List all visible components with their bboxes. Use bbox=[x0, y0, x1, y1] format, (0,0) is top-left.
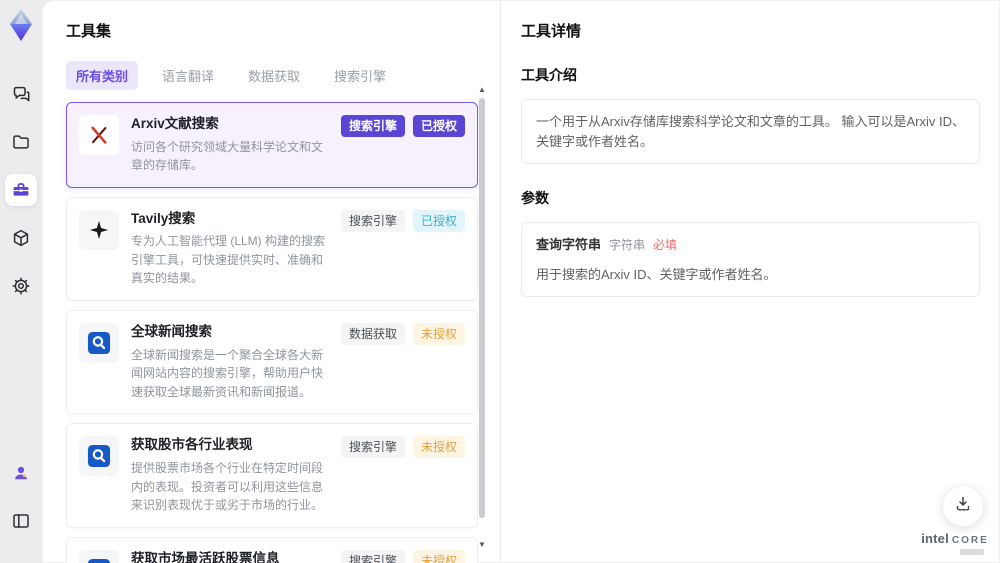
download-button[interactable] bbox=[942, 485, 984, 527]
blue-search-icon bbox=[79, 323, 119, 364]
blue-search-icon bbox=[79, 436, 119, 477]
panel-toggle-icon bbox=[11, 511, 31, 531]
tool-card-tavily[interactable]: Tavily搜索 专为人工智能代理 (LLM) 构建的搜索引擎工具，可快速提供实… bbox=[66, 196, 478, 302]
intro-text: 一个用于从Arxiv存储库搜索科学论文和文章的工具。 输入可以是Arxiv ID… bbox=[536, 114, 966, 149]
tab-data-fetch[interactable]: 数据获取 bbox=[238, 61, 310, 90]
scrollbar-thumb[interactable] bbox=[479, 98, 485, 518]
auth-badge: 未授权 bbox=[412, 549, 465, 563]
sidebar-item-toolset[interactable] bbox=[5, 174, 37, 206]
chat-icon bbox=[11, 84, 31, 104]
intel-wordmark: intel bbox=[921, 530, 949, 546]
param-required-badge: 必填 bbox=[653, 238, 678, 252]
tool-name: Tavily搜索 bbox=[131, 210, 196, 226]
param-name: 查询字符串 bbox=[536, 237, 602, 252]
param-box: 查询字符串 字符串 必填 用于搜索的Arxiv ID、关键字或作者姓名。 bbox=[521, 222, 980, 297]
tool-description: 全球新闻搜索是一个聚合全球各大新闻网站内容的搜索引擎，帮助用户快速获取全球最新资… bbox=[131, 347, 324, 399]
arxiv-icon bbox=[79, 115, 119, 155]
detail-title: 工具详情 bbox=[521, 23, 582, 40]
avatar-icon bbox=[11, 463, 31, 483]
list-scrollbar[interactable]: ▲ ▼ bbox=[478, 86, 486, 563]
tool-description: 提供股票市场各个行业在特定时间段内的表现。投资者可以利用这些信息来识别表现优于或… bbox=[131, 460, 324, 513]
sidebar bbox=[0, 0, 42, 563]
param-type: 字符串 bbox=[609, 238, 646, 252]
folder-icon bbox=[11, 132, 31, 152]
tool-name: 全球新闻搜索 bbox=[131, 324, 212, 340]
cube-icon bbox=[11, 228, 31, 248]
sidebar-item-profile[interactable] bbox=[5, 457, 37, 489]
category-badge: 数据获取 bbox=[340, 323, 405, 346]
intro-heading: 工具介绍 bbox=[521, 67, 577, 83]
app-window: 工具集 所有类别 语言翻译 数据获取 搜索引擎 Arxiv文献搜索 访问各个研究… bbox=[0, 0, 1000, 563]
category-tabs: 所有类别 语言翻译 数据获取 搜索引擎 bbox=[66, 61, 500, 90]
tab-search-engine[interactable]: 搜索引擎 bbox=[324, 61, 396, 90]
param-description: 用于搜索的Arxiv ID、关键字或作者姓名。 bbox=[536, 266, 777, 282]
brand-subtext-pill bbox=[960, 549, 984, 555]
auth-badge: 未授权 bbox=[412, 436, 465, 459]
tool-name: 获取股市各行业表现 bbox=[131, 437, 253, 453]
tool-name: 获取市场最活跃股票信息 bbox=[131, 550, 280, 563]
tool-card-global-news[interactable]: 全球新闻搜索 全球新闻搜索是一个聚合全球各大新闻网站内容的搜索引擎，帮助用户快速… bbox=[66, 310, 478, 415]
tab-all-categories[interactable]: 所有类别 bbox=[66, 61, 139, 90]
tool-name: Arxiv文献搜索 bbox=[131, 116, 219, 131]
params-heading: 参数 bbox=[521, 190, 549, 206]
intro-box: 一个用于从Arxiv存储库搜索科学论文和文章的工具。 输入可以是Arxiv ID… bbox=[521, 99, 980, 164]
scroll-down-icon[interactable]: ▼ bbox=[478, 541, 486, 549]
auth-badge: 已授权 bbox=[412, 209, 465, 232]
sidebar-item-models[interactable] bbox=[5, 222, 37, 254]
page-title: 工具集 bbox=[66, 23, 112, 40]
tool-card-sector-performance[interactable]: 获取股市各行业表现 提供股票市场各个行业在特定时间段内的表现。投资者可以利用这些… bbox=[66, 423, 478, 528]
auth-badge: 已授权 bbox=[412, 115, 465, 137]
app-logo-icon bbox=[6, 8, 36, 42]
toolset-panel: 工具集 所有类别 语言翻译 数据获取 搜索引擎 Arxiv文献搜索 访问各个研究… bbox=[42, 0, 500, 563]
gear-icon bbox=[11, 276, 31, 296]
tool-card-active-stocks[interactable]: 获取市场最活跃股票信息 提供当天交易量最高的股票列表，投资者可以利用这些信息来识… bbox=[66, 536, 478, 563]
category-badge: 搜索引擎 bbox=[340, 436, 405, 459]
tool-list: Arxiv文献搜索 访问各个研究领域大量科学论文和文章的存储库。 搜索引擎 已授… bbox=[66, 102, 478, 563]
core-wordmark: CORE bbox=[951, 534, 989, 546]
category-badge: 搜索引擎 bbox=[340, 549, 405, 563]
category-badge: 搜索引擎 bbox=[340, 115, 405, 137]
toolbox-icon bbox=[11, 180, 31, 200]
auth-badge: 未授权 bbox=[412, 323, 465, 346]
tool-detail-panel: 工具详情 工具介绍 一个用于从Arxiv存储库搜索科学论文和文章的工具。 输入可… bbox=[500, 0, 1000, 563]
download-icon bbox=[953, 494, 973, 519]
tool-card-arxiv[interactable]: Arxiv文献搜索 访问各个研究领域大量科学论文和文章的存储库。 搜索引擎 已授… bbox=[66, 102, 478, 188]
tool-description: 访问各个研究领域大量科学论文和文章的存储库。 bbox=[131, 139, 324, 173]
intel-core-logo: intel CORE bbox=[921, 530, 989, 555]
sidebar-item-chat[interactable] bbox=[5, 78, 37, 110]
tab-translation[interactable]: 语言翻译 bbox=[152, 61, 224, 90]
sidebar-item-files[interactable] bbox=[5, 126, 37, 158]
tavily-star-icon bbox=[79, 209, 119, 250]
sidebar-item-settings[interactable] bbox=[5, 270, 37, 302]
sidebar-item-collapse[interactable] bbox=[5, 505, 37, 537]
tool-description: 专为人工智能代理 (LLM) 构建的搜索引擎工具，可快速提供实时、准确和真实的结… bbox=[131, 234, 326, 286]
scroll-up-icon[interactable]: ▲ bbox=[478, 86, 486, 94]
main-content: 工具集 所有类别 语言翻译 数据获取 搜索引擎 Arxiv文献搜索 访问各个研究… bbox=[42, 0, 1000, 563]
category-badge: 搜索引擎 bbox=[340, 209, 405, 232]
blue-search-icon bbox=[79, 549, 119, 563]
